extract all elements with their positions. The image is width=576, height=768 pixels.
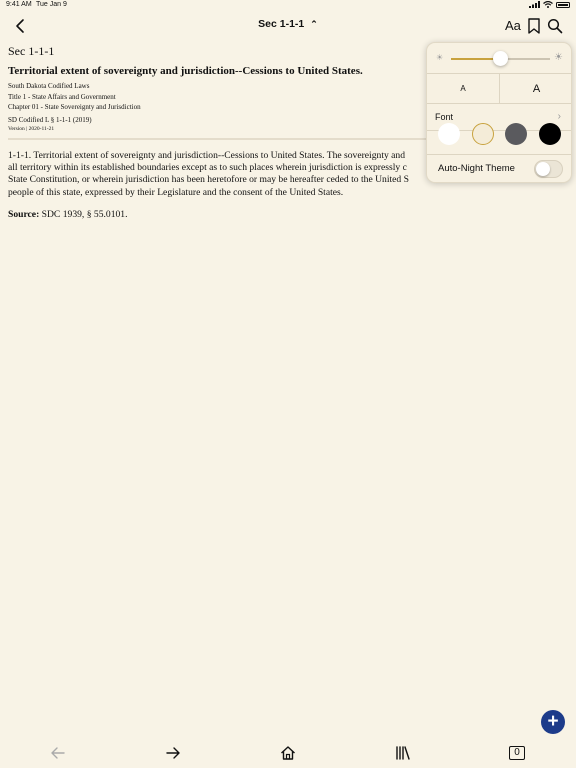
theme-white[interactable] (438, 123, 460, 145)
source-label: Source: (8, 209, 40, 221)
status-bar: 9:41 AM Tue Jan 9 (0, 0, 576, 12)
font-size-row: A A (427, 74, 571, 104)
auto-night-toggle[interactable] (534, 160, 563, 178)
brightness-slider[interactable] (451, 51, 550, 66)
source-text: SDC 1939, § 55.0101. (39, 209, 128, 221)
add-button[interactable]: + (541, 710, 565, 734)
bottom-toolbar: 0 (0, 740, 576, 768)
search-icon[interactable] (547, 18, 563, 34)
decrease-font-button[interactable]: A (427, 74, 500, 104)
navigation-bar: Sec 1-1-1 ⌃ Aa (0, 14, 576, 38)
status-date: Tue Jan 9 (36, 1, 67, 8)
source-line: Source: SDC 1939, § 55.0101. (8, 209, 568, 220)
wifi-icon (543, 1, 553, 8)
theme-gray[interactable] (505, 123, 527, 145)
auto-night-label: Auto-Night Theme (438, 163, 515, 174)
theme-black[interactable] (539, 123, 561, 145)
status-icons (529, 1, 570, 8)
section-title-button[interactable]: Sec 1-1-1 ⌃ (0, 18, 576, 30)
chevron-up-icon: ⌃ (310, 19, 318, 29)
battery-icon (556, 1, 570, 8)
increase-font-button[interactable]: A (500, 74, 571, 104)
theme-sepia[interactable] (472, 123, 494, 145)
arrow-right-icon[interactable] (164, 744, 182, 762)
bookmark-icon[interactable] (527, 18, 541, 34)
brightness-high-icon: ☀ (554, 52, 563, 63)
page-title: Sec 1-1-1 (258, 18, 305, 30)
brightness-low-icon: ☀ (436, 53, 444, 62)
brightness-knob[interactable] (493, 51, 508, 66)
arrow-left-icon[interactable] (49, 744, 67, 762)
tabs-counter-button[interactable]: 0 (509, 746, 525, 760)
display-settings-popover: ☀ ☀ A A Font › Auto-Night Theme (426, 42, 572, 183)
body-line: people of this state, expressed by their… (8, 186, 344, 198)
signal-icon (529, 1, 540, 8)
brightness-row: ☀ ☀ (427, 43, 571, 74)
status-time: 9:41 AM (6, 1, 32, 8)
library-icon[interactable] (394, 744, 412, 762)
home-icon[interactable] (279, 744, 297, 762)
font-settings-button[interactable]: Aa (505, 18, 521, 33)
toggle-knob (536, 162, 550, 176)
divider (8, 137, 428, 140)
